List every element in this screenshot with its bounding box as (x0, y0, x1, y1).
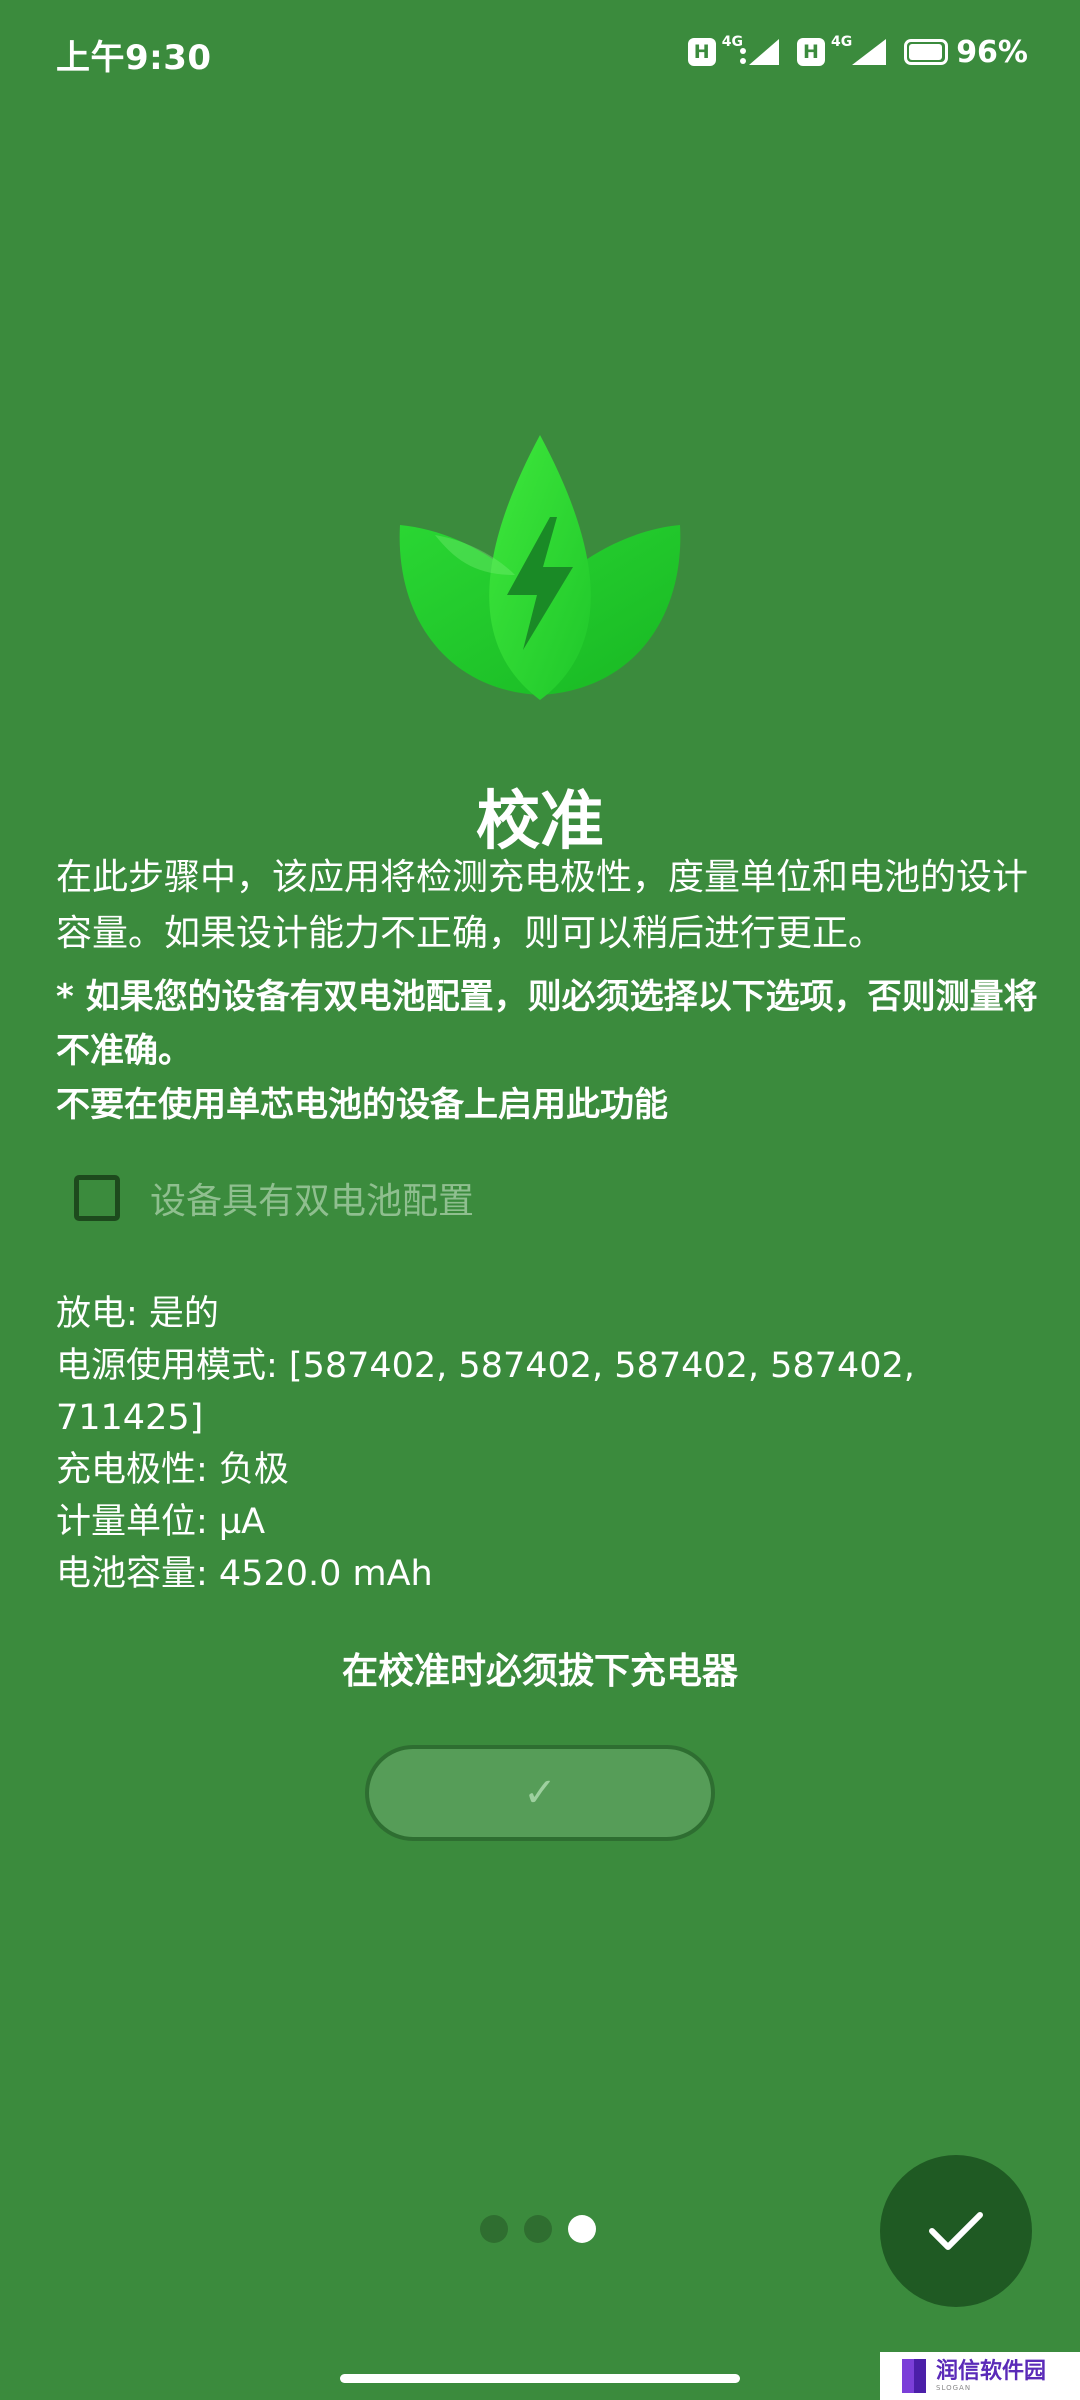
signal-icon (739, 39, 779, 65)
calibration-description: 在此步骤中，该应用将检测充电极性，度量单位和电池的设计容量。如果设计能力不正确，… (56, 857, 1029, 954)
status-icons: H 4G H 4G 96% (687, 30, 1028, 74)
network-type-label: 4G (830, 34, 853, 50)
dual-battery-warning: * 如果您的设备有双电池配置，则必须选择以下选项，否则测量将不准确。 不要在使用… (56, 970, 1046, 1132)
battery-percent: 96% (956, 34, 1028, 70)
battery-level-fill (909, 44, 942, 60)
dual-battery-checkbox-label[interactable]: 设备具有双电池配置 (150, 1172, 474, 1224)
status-time: 上午9:30 (56, 38, 212, 78)
leaf-battery-logo-icon (399, 435, 681, 700)
watermark-name: 润信软件园 (936, 2358, 1047, 2384)
warning-line: 不要在使用单芯电池的设备上启用此功能 (56, 1085, 668, 1125)
page-indicator (480, 2215, 596, 2243)
battery-icon (904, 39, 949, 65)
unplug-charger-notice: 在校准时必须拔下充电器 (341, 1651, 738, 1692)
battery-indicator: 96% (904, 35, 1028, 70)
info-line-polarity: 充电极性: 负极 (56, 1450, 289, 1490)
page-dot-active[interactable] (568, 2215, 596, 2243)
info-line-discharge: 放电: 是的 (56, 1294, 219, 1334)
watermark-text: 润信软件园 SLOGAN (936, 2358, 1047, 2393)
dual-battery-option[interactable]: 设备具有双电池配置 (74, 1172, 474, 1224)
info-line-capacity: 电池容量: 4520.0 mAh (56, 1554, 433, 1594)
warning-line: * 如果您的设备有双电池配置，则必须选择以下选项，否则测量将不准确。 (56, 977, 1038, 1071)
network-type-label: 4G (721, 34, 743, 50)
info-line-unit: 计量单位: µA (56, 1502, 266, 1542)
watermark-slogan: SLOGAN (936, 2383, 972, 2392)
watermark-logo-icon (902, 2359, 926, 2393)
home-indicator[interactable] (340, 2374, 740, 2383)
page-dot[interactable] (480, 2215, 508, 2243)
sim1-signal: H 4G (687, 34, 781, 67)
watermark-logo: 润信软件园 SLOGAN (880, 2352, 1080, 2400)
checkmark-icon (929, 2212, 983, 2250)
dual-battery-checkbox[interactable] (74, 1175, 120, 1221)
calibration-info: 放电: 是的 电源使用模式: [587402, 587402, 587402, … (56, 1288, 1036, 1600)
hd-icon: H (796, 38, 825, 66)
status-bar: 上午9:30 H 4G H 4G 96% (0, 0, 1080, 106)
hd-icon: H (687, 38, 716, 66)
info-line-power-mode: 电源使用模式: [587402, 587402, 587402, 587402,… (56, 1346, 915, 1438)
page-dot[interactable] (524, 2215, 552, 2243)
finish-fab-button[interactable] (880, 2155, 1032, 2307)
confirm-button[interactable]: ✓ (365, 1745, 715, 1841)
sim2-signal: H 4G (796, 34, 888, 67)
signal-icon (852, 39, 887, 65)
page-title: 校准 (476, 785, 604, 859)
